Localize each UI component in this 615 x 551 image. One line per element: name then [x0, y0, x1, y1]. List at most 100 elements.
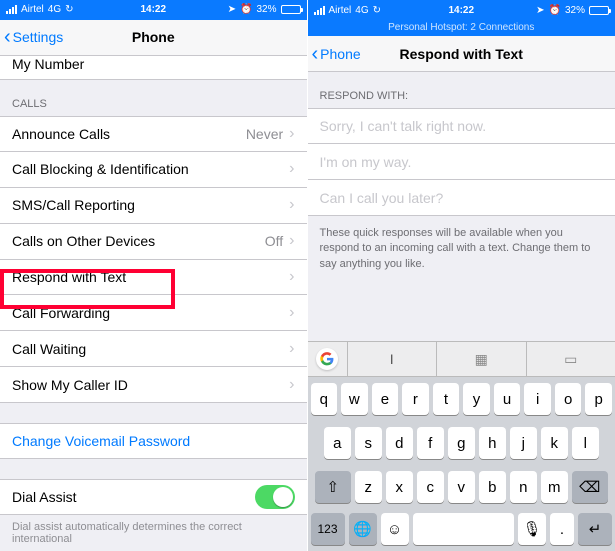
suggestion-1[interactable]: I	[348, 342, 438, 376]
suggestion-sticker[interactable]: ▭	[527, 342, 615, 376]
change-voicemail-row[interactable]: Change Voicemail Password	[0, 423, 307, 459]
key-x[interactable]: x	[386, 471, 413, 503]
status-bar: Airtel 4G ↻ 14:22 ➤ ⏰ 32%	[308, 0, 615, 20]
key-z[interactable]: z	[355, 471, 382, 503]
left-screenshot: Airtel 4G ↻ 14:22 ➤ ⏰ 32% ‹ Settings Pho…	[0, 0, 308, 551]
keyboard-row-3: ⇧ z x c v b n m ⌫	[308, 465, 615, 509]
key-dot[interactable]: .	[550, 513, 574, 545]
respond-footer: These quick responses will be available …	[308, 216, 615, 282]
key-f[interactable]: f	[417, 427, 444, 459]
calls-header: CALLS	[0, 80, 307, 116]
keyboard: I ▦ ▭ q w e r t y u i o p a s d f g h j …	[308, 341, 615, 551]
gif-icon: ▦	[475, 351, 488, 368]
key-r[interactable]: r	[402, 383, 429, 415]
sms-call-reporting-row[interactable]: SMS/Call Reporting ›	[0, 188, 307, 224]
cell-value: Off	[265, 233, 283, 249]
dial-assist-row[interactable]: Dial Assist	[0, 479, 307, 515]
cell-value: Never	[246, 126, 283, 142]
call-blocking-row[interactable]: Call Blocking & Identification ›	[0, 152, 307, 188]
key-emoji[interactable]: ☺	[381, 513, 409, 545]
mic-icon: 🎙	[522, 520, 541, 538]
cell-label: Announce Calls	[12, 126, 110, 142]
key-m[interactable]: m	[541, 471, 568, 503]
keyboard-row-1: q w e r t y u i o p	[308, 377, 615, 421]
show-caller-id-row[interactable]: Show My Caller ID ›	[0, 367, 307, 403]
battery-icon	[589, 6, 609, 15]
key-y[interactable]: y	[463, 383, 490, 415]
hotspot-banner[interactable]: Personal Hotspot: 2 Connections	[308, 20, 615, 36]
key-p[interactable]: p	[585, 383, 612, 415]
chevron-right-icon: ›	[289, 340, 294, 358]
key-e[interactable]: e	[372, 383, 399, 415]
key-n[interactable]: n	[510, 471, 537, 503]
chevron-right-icon: ›	[289, 304, 294, 322]
emoji-icon: ☺	[387, 521, 402, 538]
nav-bar: ‹ Settings Phone	[0, 20, 307, 56]
dial-assist-toggle[interactable]	[255, 485, 295, 509]
placeholder-text: I'm on my way.	[320, 154, 412, 170]
my-number-row[interactable]: My Number	[0, 56, 307, 80]
backspace-icon: ⌫	[579, 478, 600, 496]
key-mic[interactable]: 🎙	[518, 513, 546, 545]
key-backspace[interactable]: ⌫	[572, 471, 608, 503]
chevron-left-icon: ‹	[312, 44, 319, 64]
cell-label: Respond with Text	[12, 269, 126, 285]
battery-icon	[281, 5, 301, 14]
right-screenshot: Airtel 4G ↻ 14:22 ➤ ⏰ 32% Personal Hotsp…	[308, 0, 615, 551]
key-v[interactable]: v	[448, 471, 475, 503]
suggestion-gif[interactable]: ▦	[437, 342, 527, 376]
chevron-right-icon: ›	[289, 232, 294, 250]
google-logo-icon	[316, 348, 338, 370]
key-c[interactable]: c	[417, 471, 444, 503]
key-d[interactable]: d	[386, 427, 413, 459]
key-b[interactable]: b	[479, 471, 506, 503]
call-waiting-row[interactable]: Call Waiting ›	[0, 331, 307, 367]
key-a[interactable]: a	[324, 427, 351, 459]
key-g[interactable]: g	[448, 427, 475, 459]
status-time: 14:22	[308, 5, 615, 16]
key-s[interactable]: s	[355, 427, 382, 459]
call-forwarding-row[interactable]: Call Forwarding ›	[0, 295, 307, 331]
placeholder-text: Can I call you later?	[320, 190, 444, 206]
back-button[interactable]: ‹ Settings	[4, 27, 63, 47]
key-w[interactable]: w	[341, 383, 368, 415]
key-k[interactable]: k	[541, 427, 568, 459]
page-title: Phone	[132, 29, 175, 45]
announce-calls-row[interactable]: Announce Calls Never ›	[0, 116, 307, 152]
return-icon: ↵	[589, 520, 602, 538]
keyboard-row-4: 123 🌐 ☺ 🎙 . ↵	[308, 509, 615, 551]
key-u[interactable]: u	[494, 383, 521, 415]
key-globe[interactable]: 🌐	[349, 513, 377, 545]
response-field-3[interactable]: Can I call you later?	[308, 180, 615, 216]
key-shift[interactable]: ⇧	[315, 471, 351, 503]
chevron-left-icon: ‹	[4, 27, 11, 47]
key-l[interactable]: l	[572, 427, 599, 459]
key-j[interactable]: j	[510, 427, 537, 459]
back-button[interactable]: ‹ Phone	[312, 44, 361, 64]
response-field-2[interactable]: I'm on my way.	[308, 144, 615, 180]
cell-label: Calls on Other Devices	[12, 233, 155, 249]
google-suggest-icon[interactable]	[308, 342, 348, 376]
respond-with-text-row[interactable]: Respond with Text ›	[0, 260, 307, 296]
calls-other-devices-row[interactable]: Calls on Other Devices Off ›	[0, 224, 307, 260]
key-t[interactable]: t	[433, 383, 460, 415]
my-number-label: My Number	[12, 56, 84, 72]
globe-icon: 🌐	[353, 520, 372, 538]
shift-icon: ⇧	[326, 478, 339, 496]
response-field-1[interactable]: Sorry, I can't talk right now.	[308, 108, 615, 144]
status-bar: Airtel 4G ↻ 14:22 ➤ ⏰ 32%	[0, 0, 307, 20]
chevron-right-icon: ›	[289, 125, 294, 143]
key-o[interactable]: o	[555, 383, 582, 415]
cell-label: Call Forwarding	[12, 305, 110, 321]
cell-label: Dial Assist	[12, 489, 77, 505]
status-time: 14:22	[0, 4, 307, 15]
key-q[interactable]: q	[311, 383, 338, 415]
key-space[interactable]	[413, 513, 515, 545]
key-123[interactable]: 123	[311, 513, 345, 545]
placeholder-text: Sorry, I can't talk right now.	[320, 118, 487, 134]
key-h[interactable]: h	[479, 427, 506, 459]
dial-assist-footer: Dial assist automatically determines the…	[0, 515, 307, 551]
key-i[interactable]: i	[524, 383, 551, 415]
key-return[interactable]: ↵	[578, 513, 612, 545]
chevron-right-icon: ›	[289, 376, 294, 394]
